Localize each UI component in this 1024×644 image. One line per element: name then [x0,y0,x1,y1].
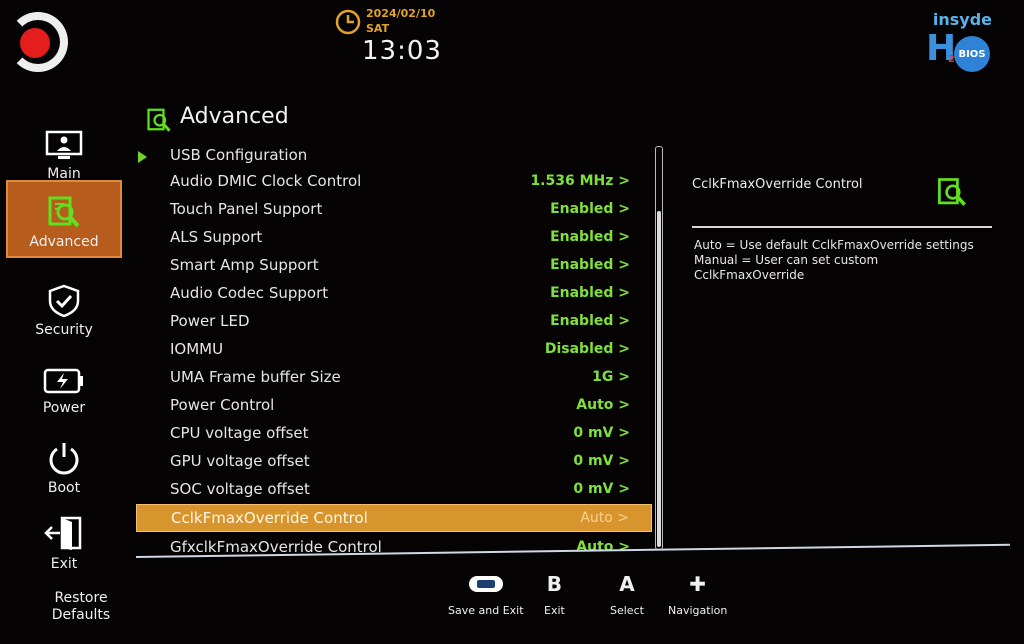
setting-value: Auto > [576,397,630,413]
setting-value: 0 mV > [573,425,630,441]
sidebar-item-power[interactable]: Power [6,348,122,422]
sidebar-item-label: Power [42,400,86,416]
shield-icon [48,284,80,318]
setting-audio-codec[interactable]: Audio Codec Support Enabled > [136,280,652,306]
sidebar-item-label: Boot [47,480,81,496]
setting-uma-frame-buffer[interactable]: UMA Frame buffer Size 1G > [136,364,652,390]
sidebar-item-label: Advanced [29,234,99,250]
sidebar-item-security[interactable]: Security [6,270,122,344]
exit-icon [44,516,82,550]
setting-soc-voltage-offset[interactable]: SOC voltage offset 0 mV > [136,476,652,502]
help-advanced-icon [938,178,966,206]
submenu-arrow-icon [138,151,147,163]
clock-icon [335,9,361,35]
setting-power-control[interactable]: Power Control Auto > [136,392,652,418]
setting-label: Smart Amp Support [170,256,319,274]
setting-value: Enabled > [550,229,630,245]
keyboard-icon [468,576,503,592]
hint-label: Navigation [668,604,728,617]
sidebar-item-exit[interactable]: Exit [6,504,122,578]
setting-label: Power LED [170,312,250,330]
hint-label: Select [610,604,644,617]
vendor-logo: insyde H 2 BIOS [924,10,996,72]
sidebar-item-advanced[interactable]: Advanced [6,180,122,258]
setting-touch-panel[interactable]: Touch Panel Support Enabled > [136,196,652,222]
setting-label: GPU voltage offset [170,452,310,470]
day-text: SAT [366,22,390,35]
setting-smart-amp[interactable]: Smart Amp Support Enabled > [136,252,652,278]
battery-icon [43,368,83,394]
page-title: Advanced [180,104,289,129]
brand-dot [20,28,50,58]
setting-value: Enabled > [550,201,630,217]
sidebar-item-label: Security [35,322,93,338]
setting-usb-configuration[interactable]: USB Configuration [136,144,652,166]
b-button-icon: B [546,572,563,596]
sidebar-item-label: Exit [50,556,78,572]
vendor-name: insyde [932,10,992,29]
help-text: Auto = Use default CclkFmaxOverride sett… [694,238,974,282]
setting-value: 0 mV > [573,453,630,469]
setting-label: USB Configuration [170,146,308,164]
setting-als-support[interactable]: ALS Support Enabled > [136,224,652,250]
time-text: 13:03 [362,36,442,66]
setting-value: 1G > [592,369,630,385]
setting-value: Enabled > [550,257,630,273]
setting-value: Auto > [576,539,630,555]
sidebar-item-main[interactable]: Main [6,114,122,188]
dpad-icon: ✚ [689,572,707,596]
setting-iommu[interactable]: IOMMU Disabled > [136,336,652,362]
setting-value: 0 mV > [573,481,630,497]
hint-exit[interactable]: B Exit [544,570,565,617]
restore-defaults-button[interactable]: Restore Defaults [40,590,122,624]
settings-scrollbar[interactable] [655,146,663,550]
a-button-icon: A [619,572,635,596]
setting-label: ALS Support [170,228,263,246]
date-text: 2024/02/10 [366,7,436,20]
setting-gpu-voltage-offset[interactable]: GPU voltage offset 0 mV > [136,448,652,474]
setting-cpu-voltage-offset[interactable]: CPU voltage offset 0 mV > [136,420,652,446]
hint-label: Exit [544,604,565,617]
advanced-title-icon [147,108,171,132]
setting-value: 1.536 MHz > [530,173,630,189]
setting-label: SOC voltage offset [170,480,310,498]
vendor-badge: BIOS [954,36,990,72]
scrollbar-thumb[interactable] [657,211,661,547]
help-divider [692,226,992,228]
hint-label: Save and Exit [448,604,524,617]
setting-value: Disabled > [544,341,630,357]
advanced-icon [48,196,80,228]
setting-label: Audio Codec Support [170,284,329,302]
help-title: CclkFmaxOverride Control [692,177,863,192]
hint-select[interactable]: A Select [610,570,644,617]
settings-list: USB Configuration Audio DMIC Clock Contr… [136,144,656,560]
setting-label: Audio DMIC Clock Control [170,172,362,190]
monitor-icon [45,130,83,159]
setting-audio-dmic-clock[interactable]: Audio DMIC Clock Control 1.536 MHz > [136,168,652,194]
hint-navigation[interactable]: ✚ Navigation [668,570,727,617]
setting-label: CPU voltage offset [170,424,309,442]
setting-label: CclkFmaxOverride Control [171,509,368,527]
setting-cclkfmaxoverride-control[interactable]: CclkFmaxOverride Control Auto > [136,504,652,532]
brand-logo [8,12,68,80]
setting-value: Auto > [580,510,629,526]
setting-label: Power Control [170,396,275,414]
setting-power-led[interactable]: Power LED Enabled > [136,308,652,334]
setting-label: UMA Frame buffer Size [170,368,341,386]
sidebar: Main Advanced Security Power Boot Exit [0,110,130,644]
setting-label: Touch Panel Support [170,200,323,218]
setting-label: IOMMU [170,340,224,358]
sidebar-item-boot[interactable]: Boot [6,428,122,502]
setting-value: Enabled > [550,313,630,329]
setting-value: Enabled > [550,285,630,301]
hint-save-and-exit[interactable]: Save and Exit [448,570,524,617]
power-icon [49,443,79,475]
